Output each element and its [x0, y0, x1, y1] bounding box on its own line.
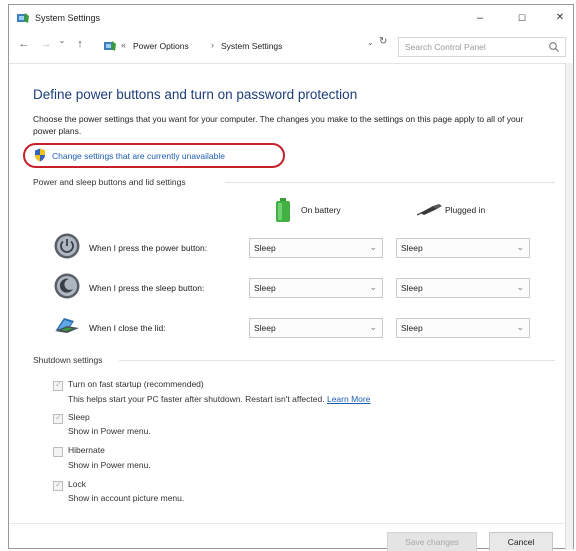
sleep-description: Show in Power menu.: [68, 426, 151, 436]
select-value: Sleep: [401, 283, 423, 293]
power-button-plugged-select[interactable]: Sleep ⌄: [396, 238, 530, 258]
power-button-battery-select[interactable]: Sleep ⌄: [249, 238, 383, 258]
select-value: Sleep: [254, 323, 276, 333]
content-divider: [9, 63, 573, 64]
search-placeholder: Search Control Panel: [405, 42, 486, 52]
fast-startup-label: Turn on fast startup (recommended): [68, 379, 204, 389]
search-input[interactable]: Search Control Panel: [398, 37, 566, 57]
select-value: Sleep: [254, 243, 276, 253]
breadcrumb-power-options[interactable]: Power Options: [133, 41, 189, 51]
breadcrumb-overflow-icon[interactable]: «: [121, 40, 126, 50]
control-panel-icon: [104, 41, 116, 51]
change-settings-link[interactable]: Change settings that are currently unava…: [52, 151, 225, 161]
chevron-down-icon: ⌄: [369, 242, 377, 252]
lock-label: Lock: [68, 479, 86, 489]
check-icon: ✓: [55, 413, 62, 422]
chevron-right-icon: ›: [211, 40, 214, 50]
fast-startup-checkbox[interactable]: ✓: [53, 380, 63, 391]
sleep-button-battery-select[interactable]: Sleep ⌄: [249, 278, 383, 298]
learn-more-link[interactable]: Learn More: [327, 394, 370, 404]
close-lid-plugged-select[interactable]: Sleep ⌄: [396, 318, 530, 338]
chevron-down-icon: ⌄: [516, 282, 524, 292]
breadcrumb-system-settings[interactable]: System Settings: [221, 41, 282, 51]
check-icon: ✓: [55, 380, 62, 389]
check-icon: ✓: [55, 480, 62, 489]
close-button[interactable]: ✕: [545, 9, 575, 27]
minimize-button[interactable]: –: [465, 9, 495, 27]
title-bar: System Settings – ☐ ✕: [9, 5, 573, 31]
close-lid-battery-select[interactable]: Sleep ⌄: [249, 318, 383, 338]
control-panel-icon: [17, 13, 29, 23]
search-icon: [549, 42, 559, 52]
plug-icon: [417, 204, 442, 216]
up-button[interactable]: ↑: [73, 38, 87, 50]
system-settings-window: System Settings – ☐ ✕ ← → ⌄ ↑ « Power Op…: [8, 4, 574, 551]
chevron-down-icon: ⌄: [516, 322, 524, 332]
window-title: System Settings: [35, 13, 101, 23]
sleep-moon-icon: [54, 273, 80, 299]
section-divider: [225, 182, 555, 183]
on-battery-header: On battery: [301, 205, 341, 215]
address-dropdown-icon[interactable]: ⌄: [367, 38, 374, 47]
fast-startup-description: This helps start your PC faster after sh…: [68, 394, 370, 404]
laptop-lid-icon: [55, 318, 79, 333]
page-description: Choose the power settings that you want …: [33, 114, 524, 136]
breadcrumb[interactable]: « Power Options › System Settings: [101, 36, 391, 56]
lock-description: Show in account picture menu.: [68, 493, 185, 503]
select-value: Sleep: [401, 323, 423, 333]
hibernate-checkbox[interactable]: [53, 447, 63, 457]
select-value: Sleep: [254, 283, 276, 293]
maximize-button[interactable]: ☐: [507, 9, 537, 27]
lock-checkbox[interactable]: ✓: [53, 480, 63, 491]
chevron-down-icon: ⌄: [369, 282, 377, 292]
uac-shield-icon: [35, 148, 45, 162]
back-button[interactable]: ←: [17, 38, 31, 50]
power-icon: [54, 233, 80, 259]
hibernate-description: Show in Power menu.: [68, 460, 151, 470]
battery-icon: [276, 198, 290, 222]
save-changes-button[interactable]: Save changes: [387, 532, 477, 551]
sleep-button-label: When I press the sleep button:: [89, 283, 205, 293]
section-divider: [119, 360, 555, 361]
cancel-button[interactable]: Cancel: [489, 532, 553, 551]
power-button-label: When I press the power button:: [89, 243, 208, 253]
sleep-button-plugged-select[interactable]: Sleep ⌄: [396, 278, 530, 298]
chevron-down-icon: ⌄: [516, 242, 524, 252]
shutdown-section-title: Shutdown settings: [33, 355, 103, 365]
plugged-in-header: Plugged in: [445, 205, 486, 215]
hibernate-label: Hibernate: [68, 445, 105, 455]
refresh-button[interactable]: ↻: [379, 36, 387, 47]
close-lid-label: When I close the lid:: [89, 323, 166, 333]
page-title: Define power buttons and turn on passwor…: [33, 87, 358, 102]
scrollbar[interactable]: [565, 63, 573, 550]
recent-locations-button[interactable]: ⌄: [55, 36, 69, 45]
forward-button[interactable]: →: [39, 38, 53, 50]
fast-startup-description-text: This helps start your PC faster after sh…: [68, 394, 325, 404]
select-value: Sleep: [401, 243, 423, 253]
power-section-title: Power and sleep buttons and lid settings: [33, 177, 186, 187]
chevron-down-icon: ⌄: [369, 322, 377, 332]
footer-divider: [9, 523, 567, 524]
sleep-label: Sleep: [68, 412, 90, 422]
sleep-checkbox[interactable]: ✓: [53, 413, 63, 424]
